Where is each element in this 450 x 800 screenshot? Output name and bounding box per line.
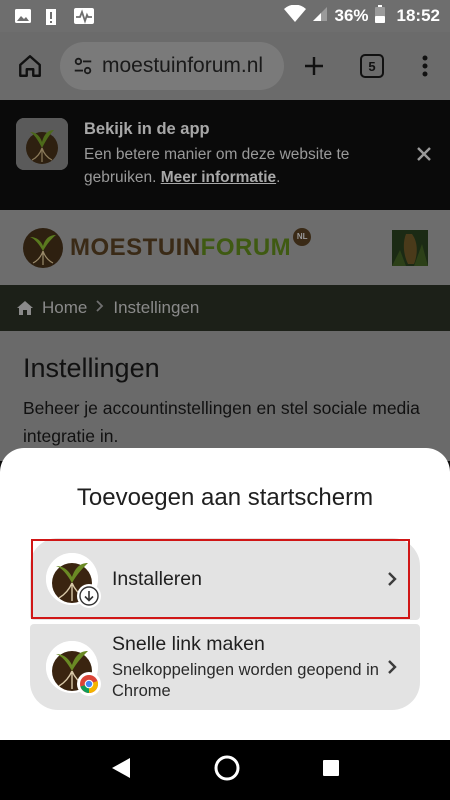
add-to-home-screen-sheet: Toevoegen aan startscherm Installeren Sn…	[0, 448, 450, 740]
sheet-title: Toevoegen aan startscherm	[76, 484, 374, 511]
recents-icon	[322, 759, 339, 776]
new-tab-button[interactable]	[284, 32, 344, 100]
home-icon	[17, 301, 33, 315]
back-icon	[112, 757, 131, 778]
back-button[interactable]	[110, 756, 132, 785]
chevron-right-icon	[388, 572, 397, 586]
image-icon	[14, 8, 32, 24]
breadcrumb-current: Instellingen	[113, 298, 200, 317]
home-circle-icon	[214, 755, 240, 780]
shortcut-option[interactable]: Snelle link maken Snelkoppelingen worden…	[30, 624, 420, 710]
home-nav-button[interactable]	[213, 754, 241, 787]
install-title: Installeren	[112, 567, 202, 590]
menu-icon	[422, 55, 428, 77]
open-in-app-banner: Bekijk in de app Een betere manier om de…	[0, 100, 450, 210]
recents-button[interactable]	[322, 759, 340, 782]
chevron-right-icon	[388, 660, 397, 674]
alert-icon	[44, 8, 62, 25]
clock: 18:52	[396, 6, 440, 25]
address-bar[interactable]: moestuinforum.nl	[60, 42, 284, 90]
nl-badge: NL	[293, 227, 312, 246]
new-tab-icon	[305, 57, 323, 75]
tab-count: 5	[360, 54, 384, 78]
logo-word-1: MOESTUIN	[70, 233, 201, 261]
banner-title: Bekijk in de app	[84, 120, 210, 138]
home-icon	[19, 55, 41, 77]
wifi-icon	[284, 4, 307, 28]
battery-icon	[374, 4, 385, 28]
menu-button[interactable]	[400, 32, 450, 100]
browser-toolbar: moestuinforum.nl 5	[0, 32, 450, 100]
app-icon	[46, 641, 101, 696]
app-icon	[46, 553, 101, 608]
avatar[interactable]	[392, 229, 428, 266]
shortcut-title: Snelle link maken	[112, 632, 265, 655]
url-text: moestuinforum.nl	[102, 54, 264, 77]
close-banner-button[interactable]	[416, 142, 432, 168]
tab-switcher-button[interactable]: 5	[344, 32, 400, 100]
chevron-right-icon	[95, 298, 105, 318]
shortcut-subtitle: Snelkoppelingen worden geopend in Chrome	[112, 660, 379, 700]
breadcrumb-home[interactable]: Home	[42, 298, 87, 318]
home-button[interactable]	[0, 32, 60, 100]
system-nav-bar	[0, 740, 450, 800]
logo-word-2: FORUM	[200, 233, 292, 261]
page-title: Instellingen	[23, 353, 160, 383]
page-description: Beheer je accountinstellingen en stel so…	[23, 398, 420, 446]
close-icon	[417, 147, 431, 161]
activity-icon	[74, 8, 94, 24]
page-content: Instellingen Beheer je accountinstelling…	[0, 331, 450, 461]
status-bar: 36% 18:52	[0, 0, 450, 32]
signal-icon	[312, 6, 328, 27]
install-option[interactable]: Installeren	[30, 538, 420, 620]
site-logo[interactable]: MOESTUINFORUM NL	[22, 227, 312, 269]
banner-link-suffix: .	[276, 169, 281, 186]
battery-percentage: 36%	[334, 6, 369, 25]
site-logo-icon	[23, 227, 63, 268]
site-header: MOESTUINFORUM NL	[0, 210, 450, 285]
app-logo-icon	[16, 118, 68, 170]
more-info-link[interactable]: Meer informatie	[161, 169, 276, 186]
download-icon	[77, 584, 101, 608]
site-settings-icon[interactable]	[72, 55, 94, 77]
chrome-icon	[77, 672, 101, 696]
breadcrumb: Home Instellingen	[0, 285, 450, 331]
